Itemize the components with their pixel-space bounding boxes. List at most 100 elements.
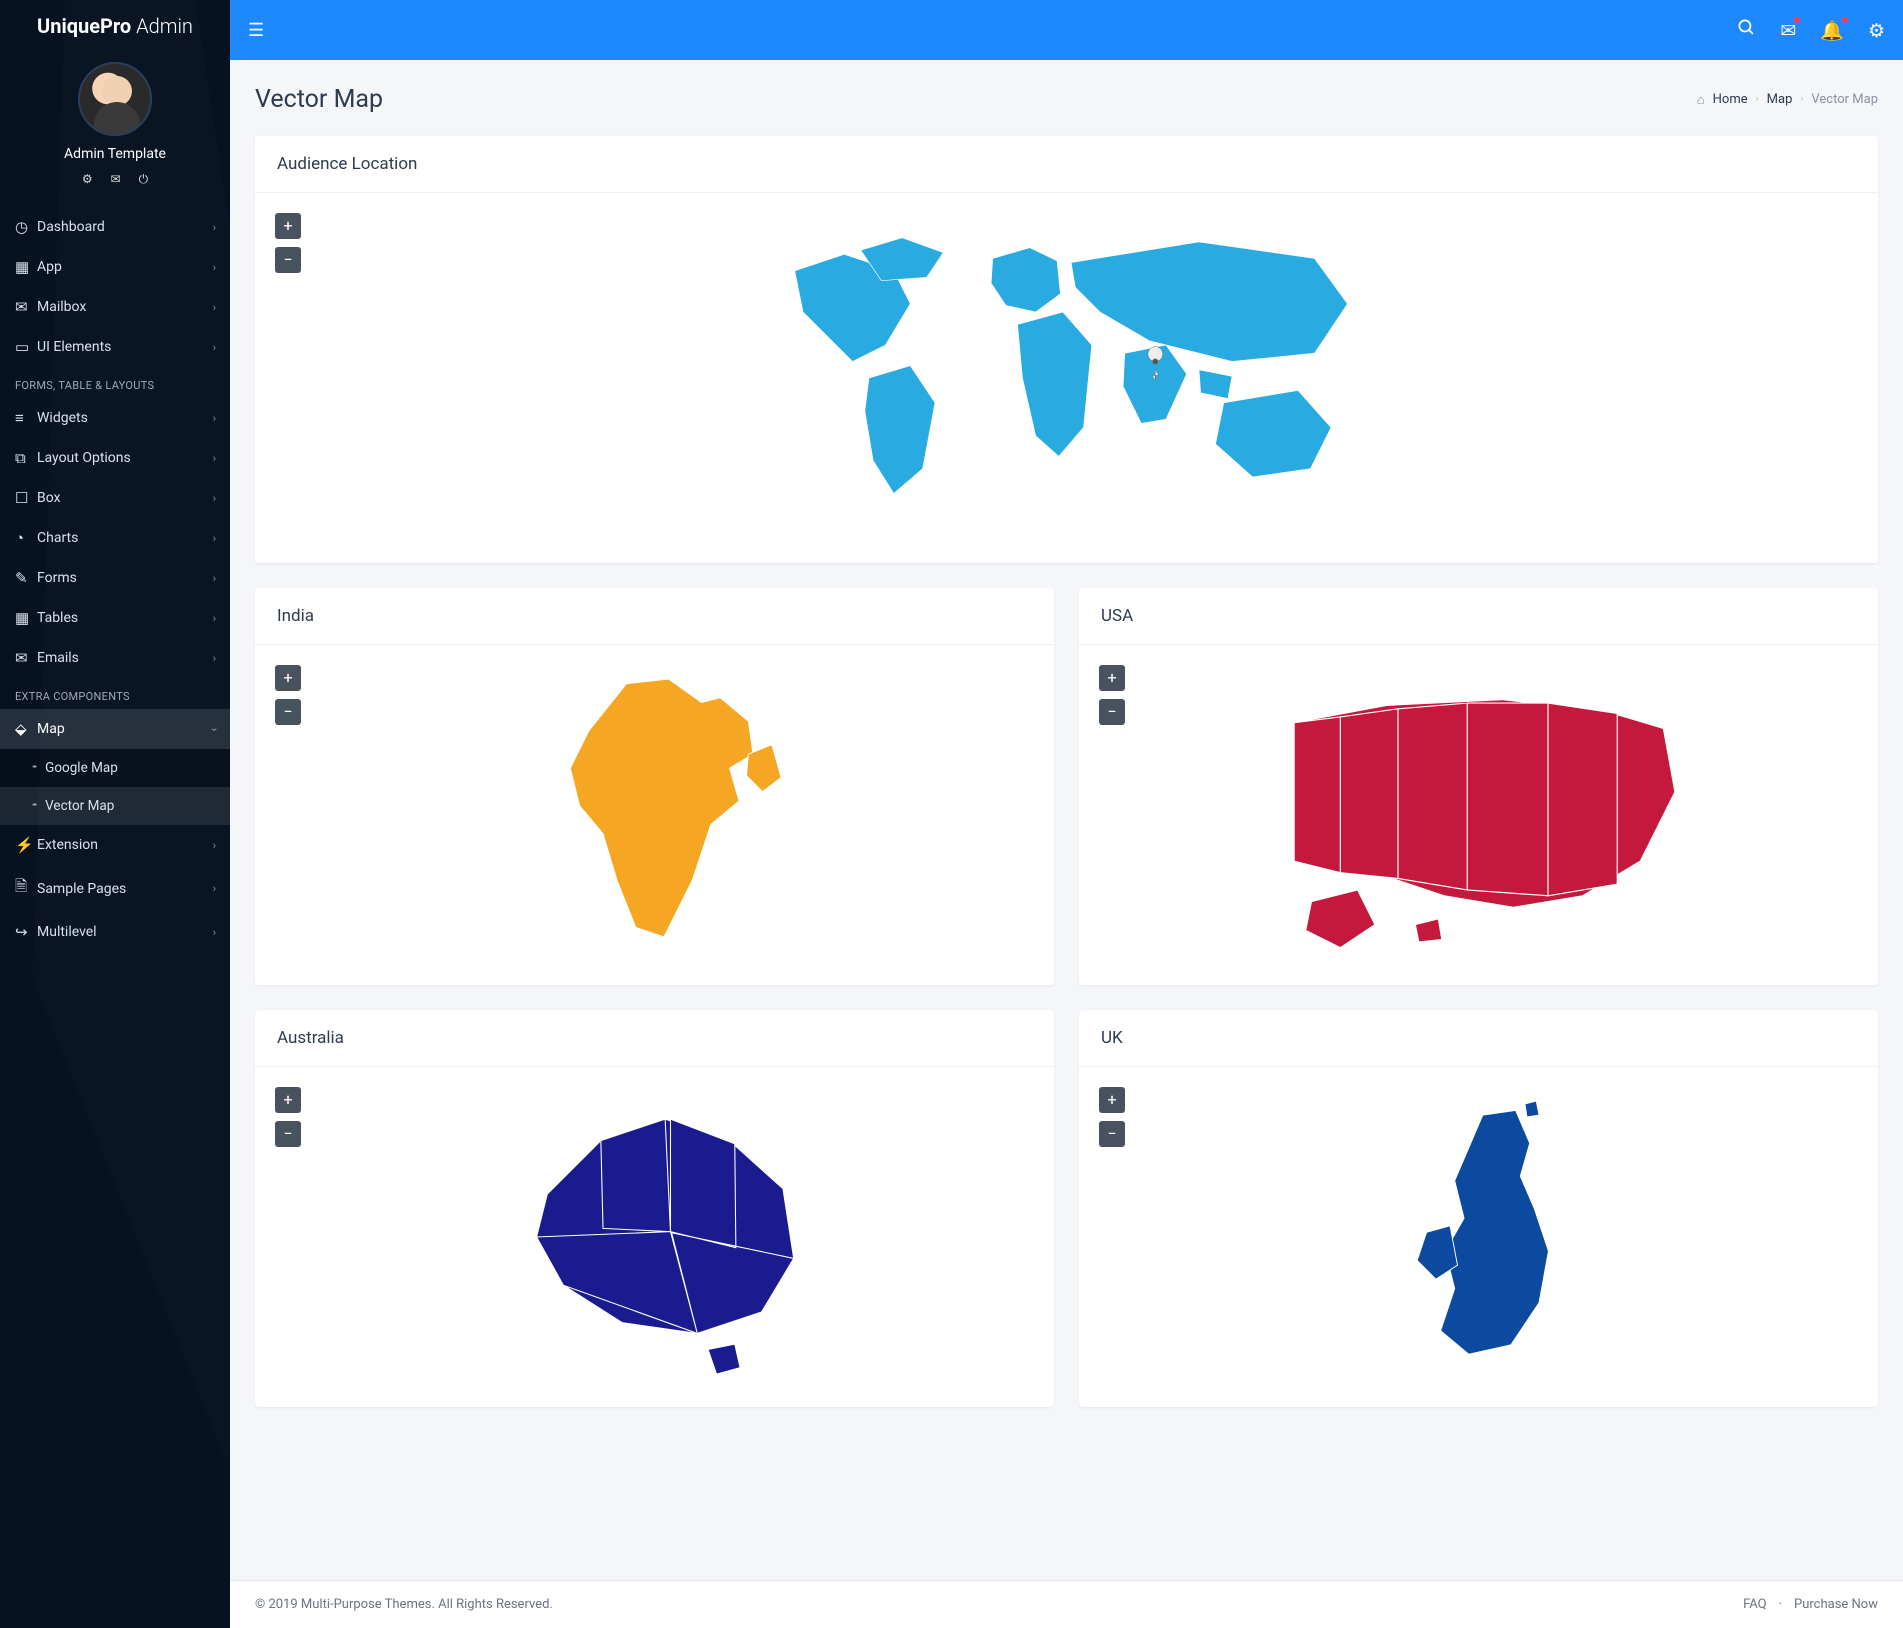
pie-icon: ◔ [15,529,37,547]
footer-faq-link[interactable]: FAQ [1743,1597,1766,1612]
chevron-right-icon: › [213,532,216,545]
zoom-in-button[interactable]: + [275,213,301,239]
zoom-in-button[interactable]: + [1099,665,1125,691]
chevron-right-icon: › [213,926,216,939]
user-panel: Admin Template ⚙ ✉ ⏻ [0,52,230,207]
chevron-right-icon: › [213,412,216,425]
zoom-out-button[interactable]: − [275,699,301,725]
card-title: USA [1079,588,1878,645]
settings-icon[interactable]: ⚙ [1868,19,1885,42]
menu-toggle-icon[interactable]: ☰ [248,20,264,41]
dots-icon: ••• [32,763,35,773]
card-world: Audience Location + − [255,136,1878,563]
sidebar-item-layout[interactable]: ⧉Layout Options› [0,438,230,478]
badge-dot [1794,17,1800,23]
sidebar-subitem-google-map[interactable]: •••Google Map [0,749,230,787]
chevron-right-icon: › [213,341,216,354]
card-australia: Australia + − [255,1010,1054,1407]
card-india: India + − [255,588,1054,985]
breadcrumb-map[interactable]: Map [1767,92,1793,107]
sidebar-item-multilevel[interactable]: ↪Multilevel› [0,912,230,952]
australia-map[interactable] [275,1087,1034,1387]
table-icon: ▦ [15,609,37,627]
power-icon[interactable]: ⏻ [139,172,149,187]
dots-icon: ••• [32,801,35,811]
sidebar-subitem-vector-map[interactable]: •••Vector Map [0,787,230,825]
breadcrumb-home[interactable]: Home [1713,92,1748,107]
zoom-out-button[interactable]: − [1099,699,1125,725]
page-title: Vector Map [255,85,383,114]
chevron-right-icon: › [1756,94,1759,105]
mail-icon: ✉ [15,298,37,316]
sidebar-item-mailbox[interactable]: ✉Mailbox› [0,287,230,327]
usa-map[interactable] [1099,665,1858,965]
square-icon: ☐ [15,489,37,507]
nav-header-extra: EXTRA COMPONENTS [0,678,230,709]
card-usa: USA + − [1079,588,1878,985]
topbar: ☰ ✉ 🔔 ⚙ [230,0,1903,60]
search-icon[interactable] [1737,18,1756,42]
uk-map[interactable] [1099,1087,1858,1387]
sidebar-nav: ◷Dashboard› ▦App› ✉Mailbox› ▭UI Elements… [0,207,230,1628]
chevron-right-icon: › [213,882,216,895]
bolt-icon: ⚡ [15,836,37,854]
world-map[interactable] [275,213,1858,543]
sidebar-item-ui[interactable]: ▭UI Elements› [0,327,230,367]
edit-icon: ✎ [15,569,37,587]
list-icon: ≡ [15,409,37,427]
chevron-right-icon: › [213,301,216,314]
grid-icon: ▦ [15,258,37,276]
open-mail-icon: ✉ [15,649,37,667]
sidebar-item-emails[interactable]: ✉Emails› [0,638,230,678]
card-title: UK [1079,1010,1878,1067]
sidebar-item-tables[interactable]: ▦Tables› [0,598,230,638]
gear-icon[interactable]: ⚙ [82,172,93,187]
share-icon: ↪ [15,923,37,941]
chevron-right-icon: › [213,261,216,274]
sidebar: UniquePro Admin Admin Template ⚙ ✉ ⏻ ◷Da… [0,0,230,1628]
breadcrumb: ⌂ Home › Map › Vector Map [1697,92,1878,108]
card-uk: UK + − [1079,1010,1878,1407]
mail-icon[interactable]: ✉ [111,172,121,187]
footer-purchase-link[interactable]: Purchase Now [1794,1597,1878,1612]
chevron-right-icon: › [213,492,216,505]
chevron-right-icon: › [213,652,216,665]
home-icon: ⌂ [1697,92,1705,108]
sidebar-item-app[interactable]: ▦App› [0,247,230,287]
bell-icon[interactable]: 🔔 [1820,19,1844,42]
breadcrumb-current: Vector Map [1811,92,1878,107]
chevron-down-icon: › [208,727,221,730]
sidebar-item-widgets[interactable]: ≡Widgets› [0,398,230,438]
sidebar-item-box[interactable]: ☐Box› [0,478,230,518]
card-title: Australia [255,1010,1054,1067]
avatar[interactable] [78,62,152,136]
chevron-right-icon: › [213,221,216,234]
sidebar-item-map[interactable]: ⬙Map› [0,709,230,749]
chevron-right-icon: › [1800,94,1803,105]
zoom-in-button[interactable]: + [275,1087,301,1113]
sidebar-item-sample[interactable]: 🗎Sample Pages› [0,865,230,912]
chevron-right-icon: › [213,839,216,852]
laptop-icon: ▭ [15,338,37,356]
zoom-out-button[interactable]: − [275,1121,301,1147]
brand-logo[interactable]: UniquePro Admin [0,0,230,52]
india-map[interactable] [275,665,1034,965]
zoom-in-button[interactable]: + [275,665,301,691]
user-name: Admin Template [0,146,230,162]
zoom-in-button[interactable]: + [1099,1087,1125,1113]
map-icon: ⬙ [15,720,37,738]
sidebar-item-extension[interactable]: ⚡Extension› [0,825,230,865]
zoom-out-button[interactable]: − [275,247,301,273]
sidebar-item-charts[interactable]: ◔Charts› [0,518,230,558]
card-title: India [255,588,1054,645]
chevron-right-icon: › [213,612,216,625]
sidebar-item-forms[interactable]: ✎Forms› [0,558,230,598]
footer: © 2019 Multi-Purpose Themes. All Rights … [230,1580,1903,1628]
badge-dot [1842,17,1848,23]
zoom-out-button[interactable]: − [1099,1121,1125,1147]
copy-icon: ⧉ [15,449,37,467]
dashboard-icon: ◷ [15,218,37,236]
sidebar-item-dashboard[interactable]: ◷Dashboard› [0,207,230,247]
mail-icon[interactable]: ✉ [1780,19,1796,42]
file-icon: 🗎 [15,876,37,901]
